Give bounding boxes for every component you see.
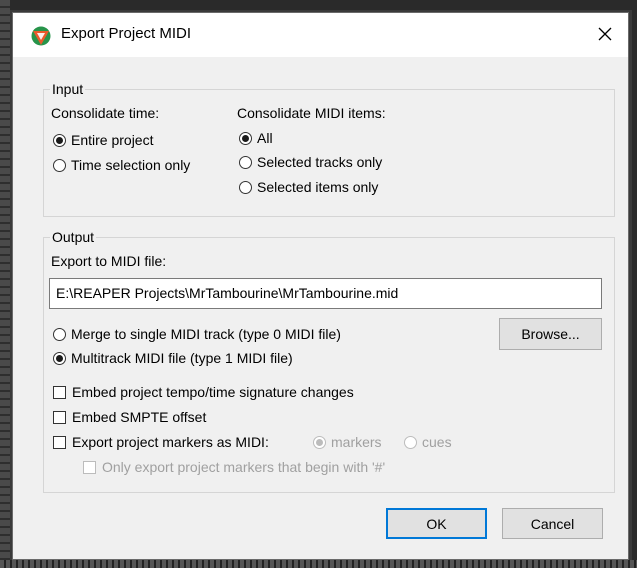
checkbox-embed-tempo[interactable]: Embed project tempo/time signature chang…	[53, 384, 354, 400]
radio-indicator	[404, 435, 417, 449]
cancel-button[interactable]: Cancel	[502, 508, 603, 539]
checkbox-export-markers[interactable]: Export project markers as MIDI:	[53, 434, 269, 450]
close-button[interactable]	[582, 13, 628, 57]
input-group-legend: Input	[52, 81, 84, 97]
close-icon	[598, 27, 612, 44]
radio-indicator	[53, 327, 66, 341]
radio-multitrack[interactable]: Multitrack MIDI file (type 1 MIDI file)	[53, 350, 293, 366]
checkbox-box	[53, 435, 66, 449]
radio-markers[interactable]: markers	[313, 434, 382, 450]
export-midi-dialog: Export Project MIDI Input Consolidate ti…	[12, 12, 629, 560]
export-file-label: Export to MIDI file:	[51, 253, 167, 269]
radio-indicator	[239, 155, 252, 169]
midi-file-path-input[interactable]: E:\REAPER Projects\MrTambourine\MrTambou…	[49, 278, 602, 309]
reaper-logo-icon	[31, 26, 51, 46]
window-title: Export Project MIDI	[61, 25, 192, 42]
checkbox-box	[53, 410, 66, 424]
radio-indicator	[239, 180, 252, 194]
browse-button[interactable]: Browse...	[499, 318, 602, 350]
title-bar[interactable]: Export Project MIDI	[13, 13, 628, 57]
radio-indicator	[53, 351, 66, 365]
output-group-legend: Output	[52, 229, 95, 245]
radio-indicator	[239, 131, 252, 145]
checkbox-box	[53, 385, 66, 399]
background-daw-strip-top	[0, 0, 637, 10]
radio-indicator	[313, 435, 326, 449]
radio-all[interactable]: All	[239, 130, 273, 146]
consolidate-time-label: Consolidate time:	[51, 105, 160, 121]
radio-cues[interactable]: cues	[404, 434, 452, 450]
radio-selected-items-only[interactable]: Selected items only	[239, 179, 378, 195]
radio-indicator	[53, 133, 66, 147]
checkbox-only-hash-markers[interactable]: Only export project markers that begin w…	[83, 459, 385, 475]
radio-merge-single-track[interactable]: Merge to single MIDI track (type 0 MIDI …	[53, 326, 341, 342]
consolidate-items-label: Consolidate MIDI items:	[237, 105, 386, 121]
input-group: Input	[43, 81, 615, 217]
checkbox-embed-smpte[interactable]: Embed SMPTE offset	[53, 409, 206, 425]
background-daw-strip-left	[0, 0, 10, 568]
ok-button[interactable]: OK	[386, 508, 487, 539]
checkbox-box	[83, 460, 96, 474]
background-daw-strip-right	[632, 0, 637, 568]
radio-entire-project[interactable]: Entire project	[53, 132, 153, 148]
radio-time-selection-only[interactable]: Time selection only	[53, 157, 190, 173]
background-daw-strip-bottom	[0, 560, 637, 568]
radio-selected-tracks-only[interactable]: Selected tracks only	[239, 154, 382, 170]
radio-indicator	[53, 158, 66, 172]
